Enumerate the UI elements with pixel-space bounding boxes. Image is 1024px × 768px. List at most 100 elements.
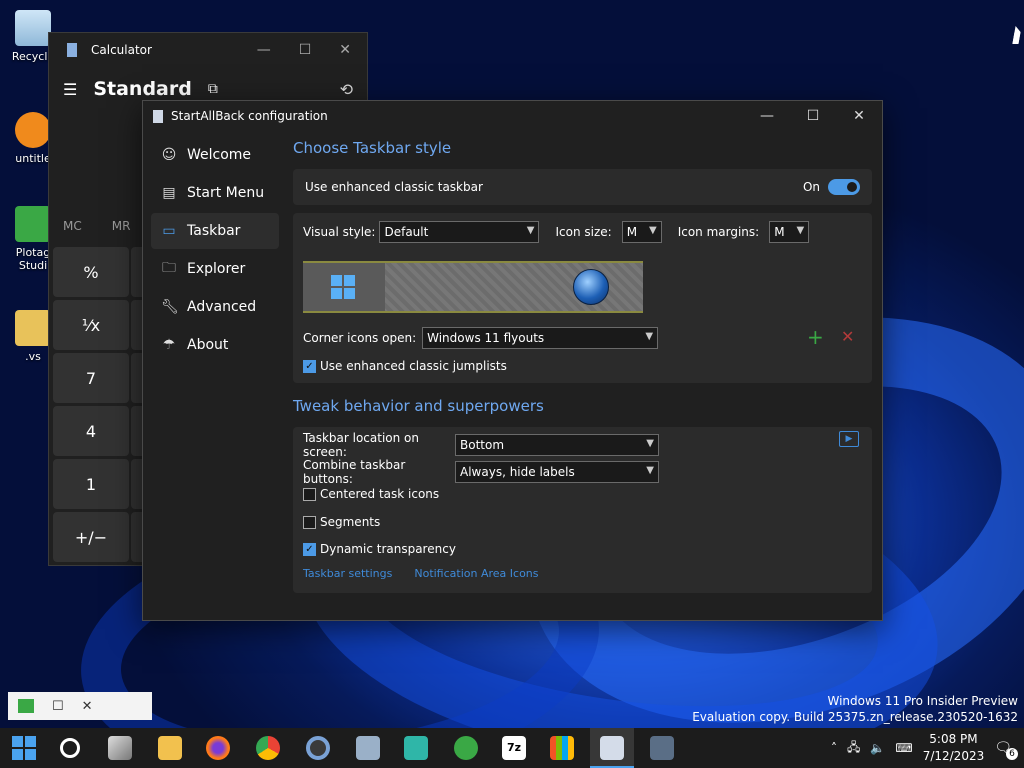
digit-4-button[interactable]: 4 — [53, 406, 129, 456]
hamburger-menu-icon[interactable]: ☰ — [63, 80, 77, 99]
firefox-icon[interactable] — [206, 736, 230, 760]
sidebar-item-advanced[interactable]: 🔧︎ Advanced — [151, 289, 279, 325]
start-menu-icon: ▤ — [162, 185, 176, 201]
calculator-taskbar-icon[interactable] — [650, 736, 674, 760]
sidebar-item-label: Explorer — [187, 261, 246, 277]
chevron-up-icon[interactable]: ˄ — [831, 741, 837, 755]
notification-count-badge: 6 — [1006, 748, 1018, 760]
taskbar-location-select[interactable]: Bottom ▼ — [455, 434, 659, 456]
main-content: Choose Taskbar style Use enhanced classi… — [293, 131, 872, 593]
search-icon[interactable] — [60, 738, 80, 758]
memory-recall-button[interactable]: MR — [112, 219, 131, 233]
close-icon[interactable]: ✕ — [836, 108, 882, 124]
icon-margins-select[interactable]: M ▼ — [769, 221, 810, 243]
maximize-icon[interactable]: ☐ — [52, 699, 64, 714]
control-panel-icon[interactable] — [356, 736, 380, 760]
tweak-behavior-card: Taskbar location on screen: Bottom ▼ ▶ C… — [293, 427, 872, 593]
calculator-app-icon — [67, 43, 77, 57]
file-explorer-icon[interactable] — [158, 736, 182, 760]
select-value: Always, hide labels — [460, 465, 575, 479]
startallback-titlebar[interactable]: StartAllBack configuration — ☐ ✕ — [143, 101, 882, 131]
calculator-mode: Standard — [93, 78, 192, 100]
volume-icon[interactable]: 🔈 — [870, 741, 885, 755]
percent-button[interactable]: % — [53, 247, 129, 297]
plotagon-icon[interactable] — [454, 736, 478, 760]
select-value: Bottom — [460, 438, 505, 452]
sidebar-item-explorer[interactable]: 🗀 Explorer — [151, 251, 279, 287]
chevron-down-icon: ▼ — [645, 331, 654, 342]
notification-icon[interactable]: 🗨 6 — [994, 740, 1018, 760]
sidebar-item-welcome[interactable]: ☺ Welcome — [151, 137, 279, 173]
segments-label: Segments — [320, 515, 381, 529]
segments-checkbox[interactable] — [303, 515, 316, 529]
section-title-tweak: Tweak behavior and superpowers — [293, 397, 544, 415]
memory-clear-button[interactable]: MC — [63, 219, 82, 233]
remove-icon[interactable]: ✕ — [841, 327, 854, 346]
system-tray: ˄ 🖧 🔈 ⌨ 5:08 PM 7/12/2023 🗨 6 — [831, 728, 1024, 768]
plotagon-icon — [15, 206, 51, 242]
preview-start-area — [303, 263, 385, 311]
sidebar-item-taskbar[interactable]: ▭ Taskbar — [151, 213, 279, 249]
reciprocal-button[interactable]: ¹⁄x — [53, 300, 129, 350]
settings-gear-icon[interactable] — [306, 736, 330, 760]
plotagon-icon — [18, 699, 34, 713]
startallback-window[interactable]: StartAllBack configuration — ☐ ✕ ☺ Welco… — [142, 100, 883, 621]
visual-style-label: Visual style: — [303, 225, 376, 239]
icon-margins-label: Icon margins: — [677, 225, 760, 239]
digit-1-button[interactable]: 1 — [53, 459, 129, 509]
sidebar-item-about[interactable]: ☂ About — [151, 327, 279, 363]
sidebar-item-label: Advanced — [187, 299, 257, 315]
taskbar-settings-link[interactable]: Taskbar settings — [303, 567, 392, 580]
keyboard-app-icon[interactable] — [404, 736, 428, 760]
sidebar-item-label: Start Menu — [187, 185, 265, 201]
play-preview-icon[interactable]: ▶ — [839, 431, 859, 447]
combine-buttons-select[interactable]: Always, hide labels ▼ — [455, 461, 659, 483]
close-icon[interactable]: ✕ — [82, 699, 93, 714]
clock[interactable]: 5:08 PM 7/12/2023 — [923, 731, 985, 765]
add-icon[interactable]: + — [807, 325, 824, 349]
notification-area-icons-link[interactable]: Notification Area Icons — [414, 567, 538, 580]
network-icon[interactable]: 🖧 — [847, 738, 860, 759]
close-icon[interactable]: ✕ — [339, 42, 351, 58]
maximize-icon[interactable]: ☐ — [790, 108, 836, 124]
enhanced-taskbar-toggle[interactable] — [828, 179, 860, 195]
select-value: M — [774, 225, 785, 239]
task-view-icon[interactable] — [108, 736, 132, 760]
desktop-icon-label: Plotag Studi — [15, 246, 51, 272]
keep-on-top-icon[interactable]: ⧉ — [208, 81, 218, 97]
maximize-icon[interactable]: ☐ — [299, 42, 312, 58]
icon-size-label: Icon size: — [555, 225, 612, 239]
dynamic-transparency-checkbox[interactable]: ✓ — [303, 542, 316, 556]
keyboard-icon[interactable]: ⌨ — [895, 741, 912, 755]
calculator-titlebar[interactable]: Calculator — ☐ ✕ — [49, 33, 367, 67]
chevron-down-icon: ▼ — [648, 225, 657, 236]
7zip-icon[interactable]: 7z — [502, 736, 526, 760]
chrome-icon[interactable] — [256, 736, 280, 760]
wrench-icon: 🔧︎ — [161, 299, 179, 315]
minimize-icon[interactable]: — — [744, 108, 790, 124]
chevron-down-icon: ▼ — [646, 438, 654, 449]
start-button-icon[interactable] — [12, 736, 36, 760]
chevron-down-icon: ▼ — [526, 225, 535, 236]
history-icon[interactable]: ⟲ — [340, 80, 353, 99]
minimize-icon[interactable]: — — [257, 42, 271, 58]
visual-style-select[interactable]: Default ▼ — [379, 221, 540, 243]
sidebar-item-start-menu[interactable]: ▤ Start Menu — [151, 175, 279, 211]
minimized-window-thumbnail[interactable]: ☐ ✕ — [8, 692, 152, 720]
negate-button[interactable]: +/− — [53, 512, 129, 562]
icon-size-select[interactable]: M ▼ — [621, 221, 662, 243]
toggle-state-label: On — [802, 180, 820, 194]
centered-icons-checkbox[interactable] — [303, 487, 316, 501]
taskbar-style-preview[interactable] — [303, 261, 643, 313]
microsoft-store-icon[interactable] — [550, 736, 574, 760]
clock-date: 7/12/2023 — [922, 749, 985, 763]
jumplists-checkbox[interactable]: ✓ — [303, 359, 316, 373]
taskbar-style-card: Visual style: Default ▼ Icon size: M ▼ I… — [293, 213, 872, 383]
os-watermark: Windows 11 Pro Insider Preview Evaluatio… — [692, 693, 1018, 725]
taskbar-location-label: Taskbar location on screen: — [303, 431, 419, 459]
mouse-cursor-icon — [1012, 26, 1022, 44]
startallback-app-icon — [153, 109, 163, 123]
clock-time: 5:08 PM — [929, 732, 978, 746]
digit-7-button[interactable]: 7 — [53, 353, 129, 403]
corner-icons-select[interactable]: Windows 11 flyouts ▼ — [422, 327, 659, 349]
